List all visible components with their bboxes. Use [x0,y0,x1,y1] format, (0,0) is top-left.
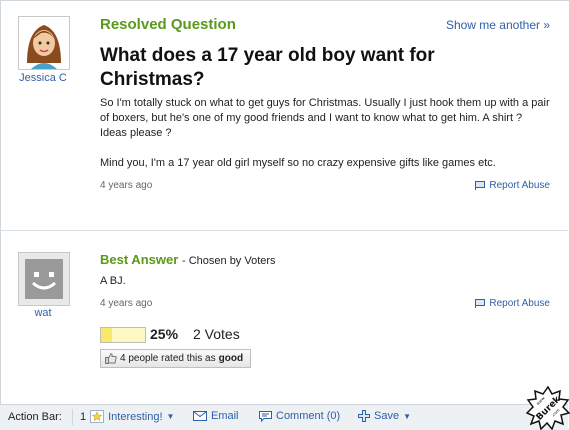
comment-label: Comment (0) [276,410,341,422]
chevron-down-icon[interactable]: ▼ [403,412,411,421]
resolved-label: Resolved Question [100,16,236,33]
interesting-label: Interesting! [108,410,163,423]
vote-count: 2 Votes [193,326,240,342]
question-body-note: Mind you, I'm a 17 year old girl myself … [100,157,496,169]
email-button[interactable]: Email [193,410,239,422]
chosen-by-label: - Chosen by Voters [182,255,276,267]
interesting-button[interactable]: 1 Interesting! ▼ [80,410,174,423]
answer-report-abuse-link[interactable]: Report Abuse [475,298,550,309]
action-bar-label: Action Bar: [8,411,62,423]
vote-percent: 25% [150,326,179,342]
answer-text: A BJ. [100,275,126,287]
plus-icon [358,410,370,422]
user-photo-icon [19,17,69,69]
asker-name[interactable]: Jessica C [10,72,76,84]
best-answer-heading: Best Answer [100,252,179,267]
asker-avatar[interactable] [18,16,70,70]
question-body: So I'm totally stuck on what to get guys… [100,97,550,139]
answerer-name[interactable]: wat [10,307,76,319]
report-abuse-label: Report Abuse [489,298,550,309]
default-avatar-icon [19,253,69,305]
rating-badge[interactable]: 4 people rated this as good [100,349,252,368]
flag-icon [475,299,486,308]
section-divider [0,230,568,231]
show-me-another-link[interactable]: Show me another » [446,18,550,32]
rating-word: good [218,353,244,364]
question-timestamp: 4 years ago [100,180,153,191]
answerer-avatar[interactable] [18,252,70,306]
thumbs-up-icon [105,353,117,364]
question-report-abuse-link[interactable]: Report Abuse [475,180,550,191]
flag-icon [475,181,486,190]
vote-progress-fill [101,328,112,342]
star-icon [90,410,105,423]
vote-progress-bar [100,327,146,343]
interesting-count: 1 [80,410,87,423]
answer-timestamp: 4 years ago [100,298,153,309]
chevron-down-icon[interactable]: ▼ [167,412,175,421]
save-button[interactable]: Save ▼ [358,410,411,422]
save-label: Save [374,410,400,422]
watermark-logo: www. Burek .com [526,386,570,430]
comment-button[interactable]: Comment (0) [259,410,340,422]
envelope-icon [193,411,207,421]
report-abuse-label: Report Abuse [489,180,550,191]
email-label: Email [211,410,239,422]
action-bar: Action Bar: 1 Interesting! ▼ Email Comme… [0,404,568,430]
rating-text: 4 people rated this as [120,353,216,364]
comment-icon [259,410,272,422]
question-title: What does a 17 year old boy want for Chr… [100,45,435,90]
action-bar-separator [72,409,73,425]
